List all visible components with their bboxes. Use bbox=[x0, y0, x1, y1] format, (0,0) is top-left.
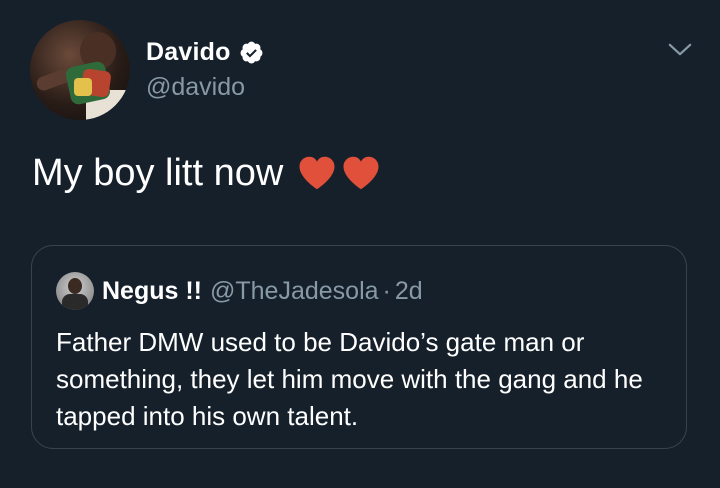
quoted-author-display-name[interactable]: Negus !! bbox=[102, 277, 202, 306]
tweet-body: My boy litt now bbox=[32, 152, 381, 195]
verified-badge-icon bbox=[239, 40, 264, 65]
quoted-tweet-text: Father DMW used to be Davido’s gate man … bbox=[56, 327, 643, 431]
chevron-down-icon bbox=[667, 42, 693, 62]
heart-icon bbox=[341, 154, 381, 194]
heart-icon bbox=[297, 154, 337, 194]
quoted-tweet-header: Negus !! @TheJadesola · 2d bbox=[56, 272, 423, 310]
author-display-name[interactable]: Davido bbox=[146, 38, 231, 67]
tweet-text: My boy litt now bbox=[32, 152, 284, 194]
tweet-menu-button[interactable] bbox=[666, 40, 694, 64]
quoted-author-handle[interactable]: @TheJadesola bbox=[210, 277, 379, 306]
tweet: Davido @davido My boy litt now Negus !! … bbox=[0, 0, 720, 488]
quoted-tweet-card[interactable]: Negus !! @TheJadesola · 2d Father DMW used… bbox=[31, 245, 687, 449]
separator-dot: · bbox=[382, 276, 391, 305]
quoted-author-avatar[interactable] bbox=[56, 272, 94, 310]
author-name-row: Davido bbox=[146, 38, 264, 67]
author-avatar[interactable] bbox=[30, 20, 130, 120]
emoji-group bbox=[297, 154, 381, 194]
quoted-tweet-time[interactable]: 2d bbox=[395, 277, 423, 306]
author-handle[interactable]: @davido bbox=[146, 73, 245, 102]
